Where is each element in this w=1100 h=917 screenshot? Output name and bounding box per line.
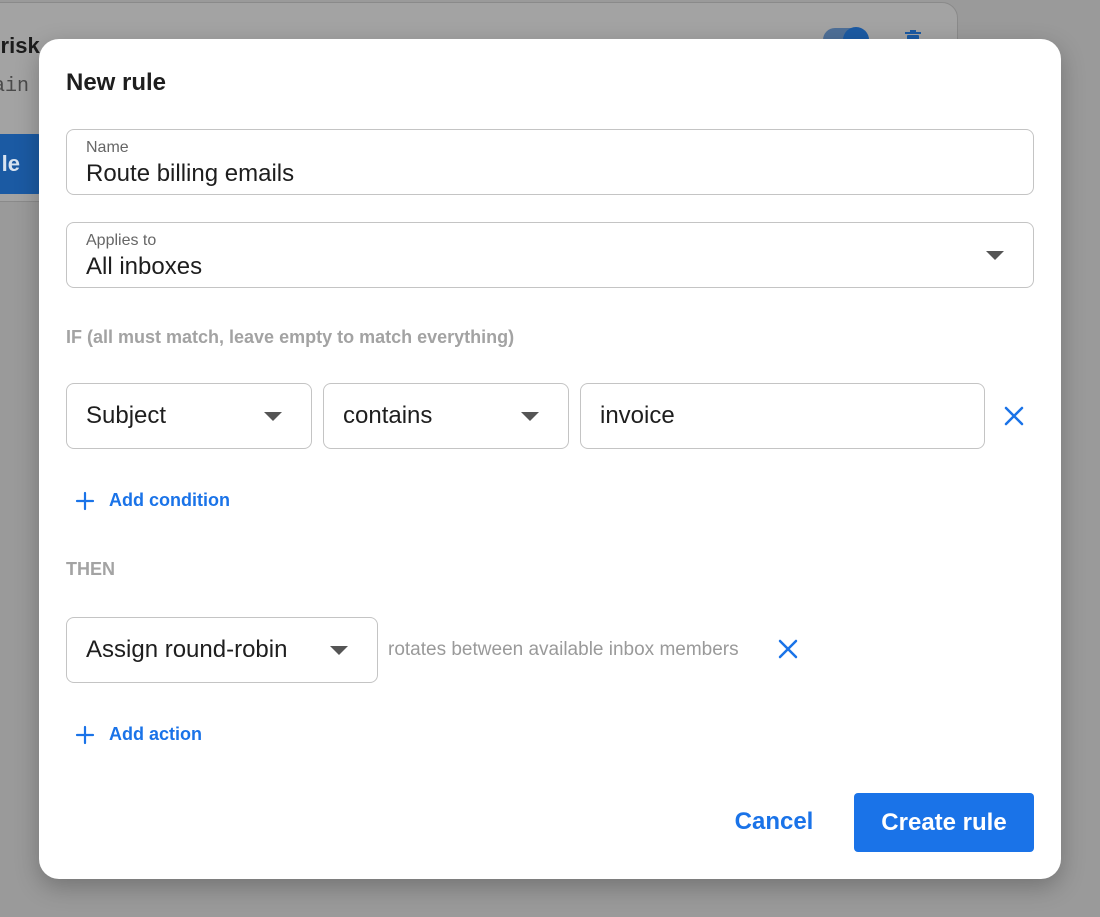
rule-name-field[interactable]: Name Route billing emails [66, 129, 1034, 195]
caret-down-icon [521, 412, 539, 421]
condition-value-text: invoice [600, 402, 675, 429]
background-button-label: le [1, 151, 20, 176]
condition-operator-value: contains [343, 402, 433, 429]
caret-down-icon [264, 412, 282, 421]
rule-name-value: Route billing emails [86, 160, 295, 187]
plus-icon [75, 725, 95, 744]
cancel-button[interactable]: Cancel [719, 793, 829, 851]
condition-field-select[interactable]: Subject [66, 383, 312, 449]
condition-field-value: Subject [86, 402, 167, 429]
then-section-label: THEN [66, 559, 115, 579]
applies-to-label: Applies to [86, 232, 157, 249]
background-new-rule-button: le [0, 134, 42, 194]
new-rule-dialog: New rule Name Route billing emails Appli… [39, 39, 1061, 879]
create-rule-button[interactable]: Create rule [854, 793, 1034, 852]
add-action-button[interactable]: Add action [75, 724, 202, 745]
background-rule-summary: tain [0, 75, 30, 98]
remove-action-close-icon[interactable] [777, 638, 799, 660]
caret-down-icon [330, 646, 348, 655]
condition-value-input[interactable]: invoice [580, 383, 985, 449]
caret-down-icon [986, 251, 1004, 260]
action-value: Assign round-robin [86, 636, 288, 663]
applies-to-select[interactable]: Applies to All inboxes [66, 222, 1034, 288]
plus-icon [75, 491, 95, 510]
action-select[interactable]: Assign round-robin [66, 617, 378, 683]
applies-to-value: All inboxes [86, 253, 203, 280]
action-hint: rotates between available inbox members [388, 639, 739, 660]
remove-condition-close-icon[interactable] [1003, 405, 1025, 427]
rule-name-label: Name [86, 139, 129, 156]
dialog-title: New rule [66, 69, 167, 96]
add-action-label: Add action [109, 724, 202, 744]
if-section-label: IF (all must match, leave empty to match… [66, 327, 515, 347]
add-condition-button[interactable]: Add condition [75, 490, 230, 511]
condition-operator-select[interactable]: contains [323, 383, 569, 449]
add-condition-label: Add condition [109, 490, 230, 510]
background-rule-title: n risk [0, 33, 40, 58]
